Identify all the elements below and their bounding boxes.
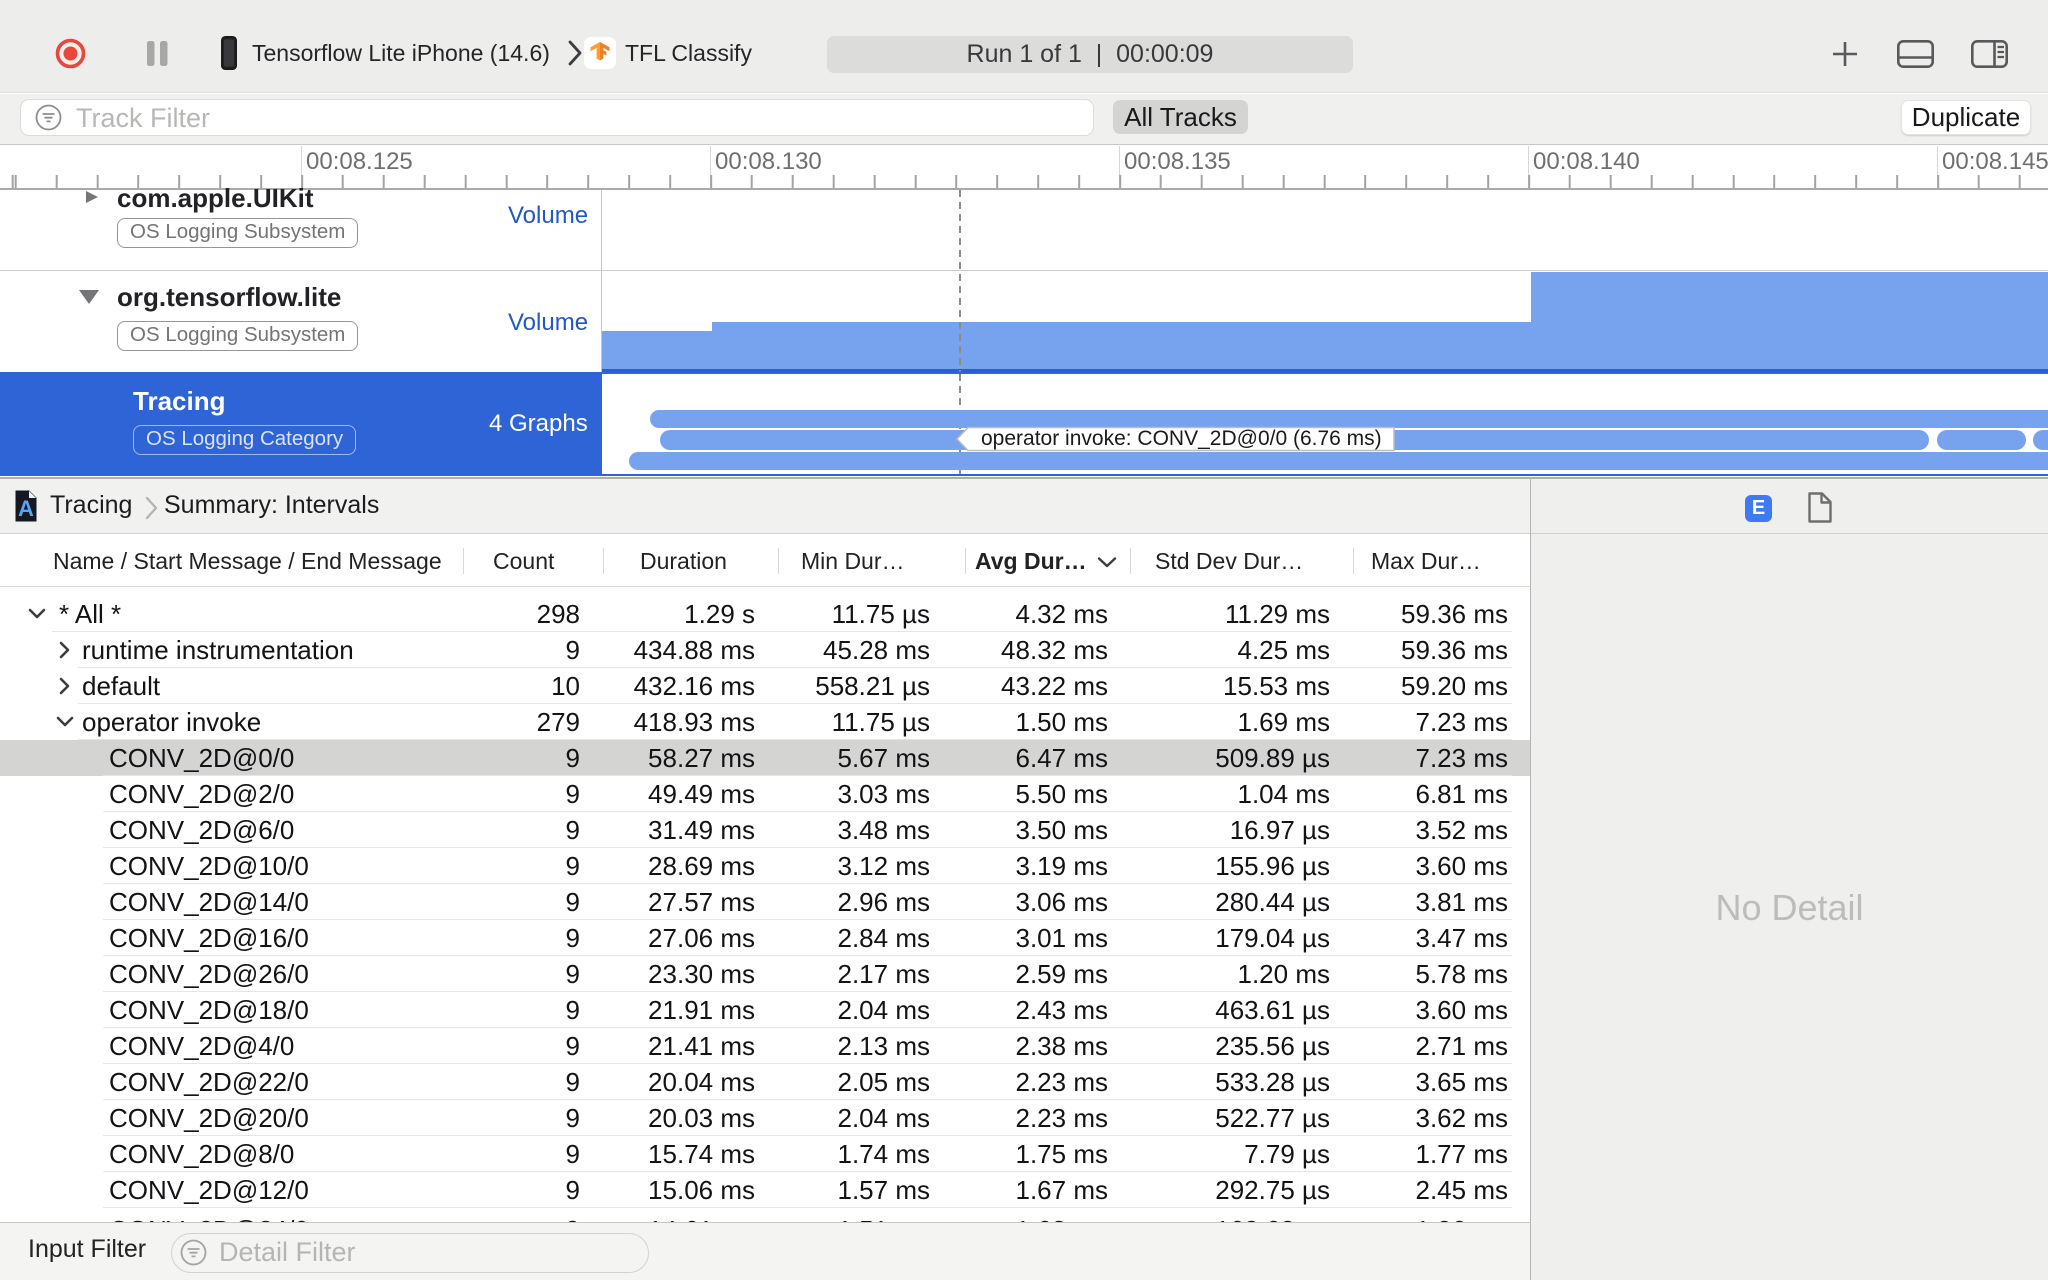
- svg-text:A: A: [18, 496, 34, 521]
